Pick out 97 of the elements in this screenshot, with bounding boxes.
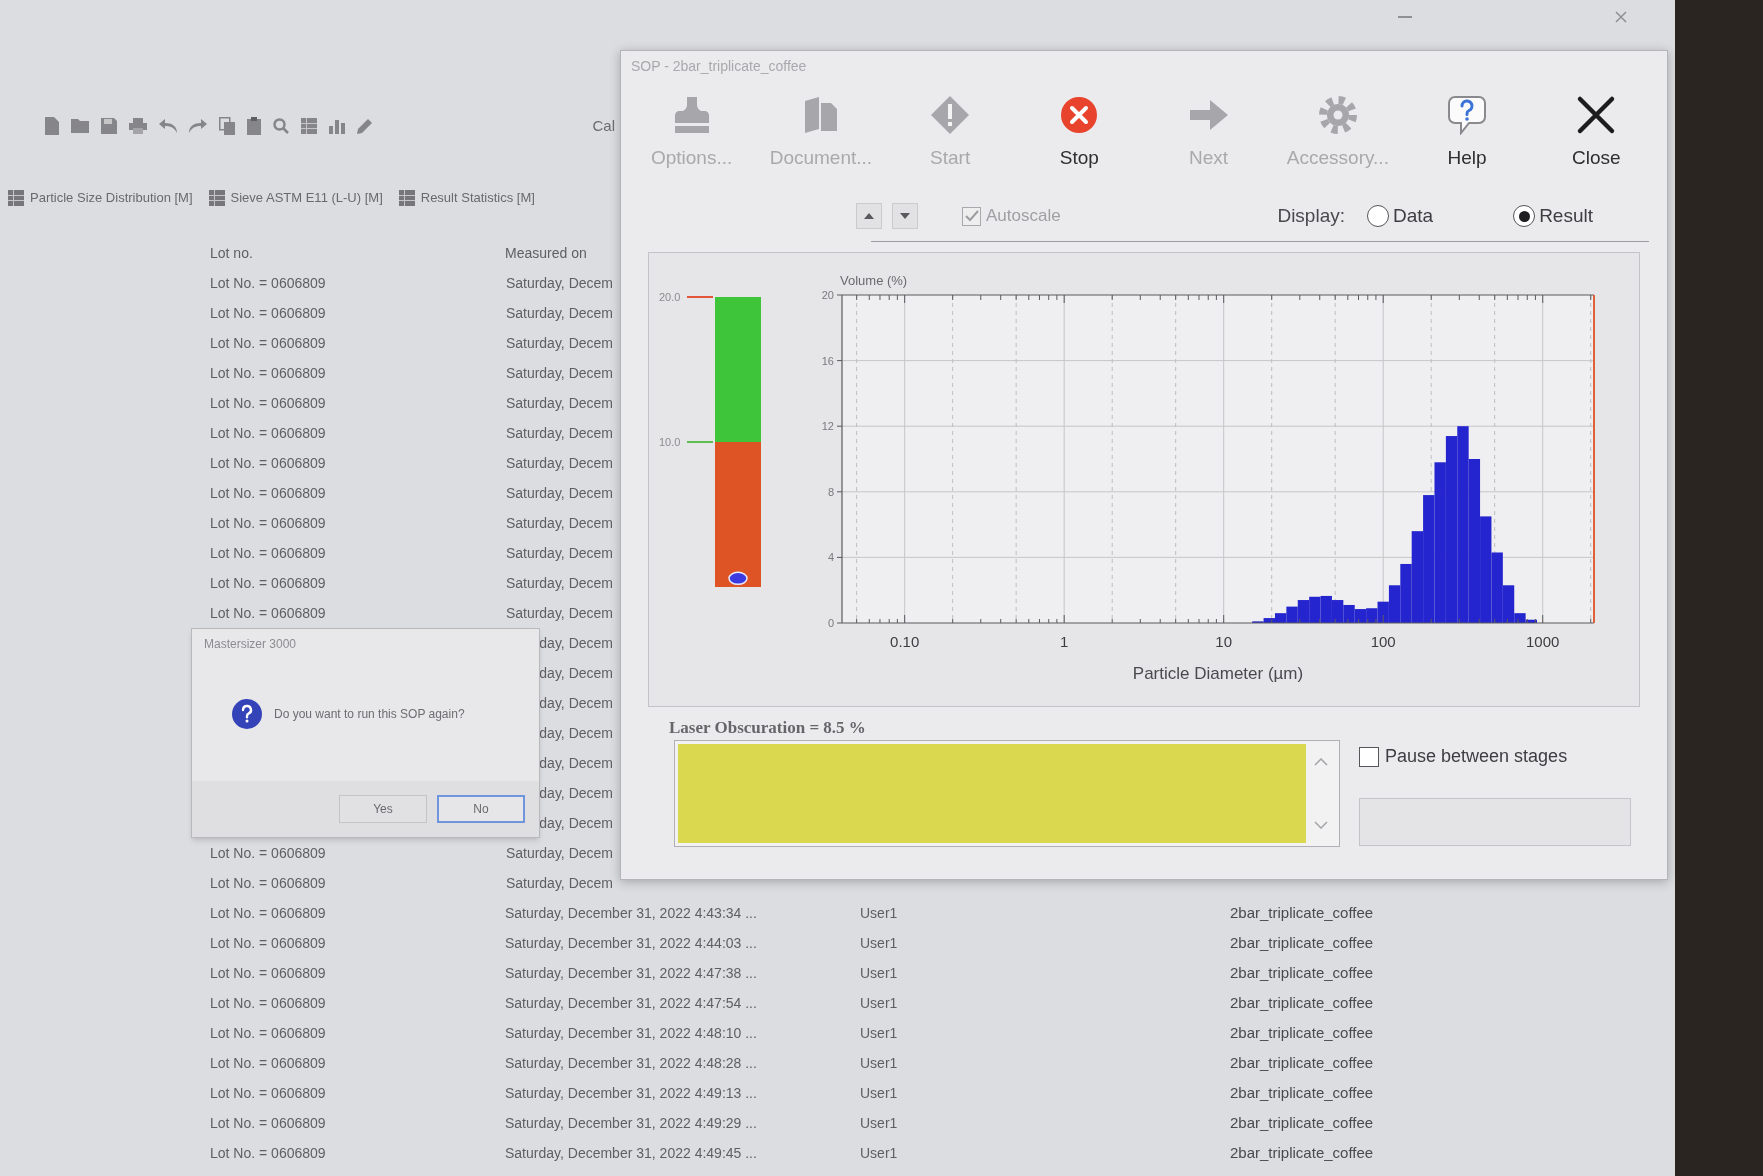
table-cell-text: day, Decem [539,693,613,713]
table-cell: Lot No. = 0606809 [210,304,326,321]
table-cell-text: Saturday, Decem [505,603,613,623]
table-cell: Saturday, December 31, 2022 4:49:13 ... [505,1084,757,1101]
window-title: SOP - 2bar_triplicate_coffee [631,56,807,76]
display-label: Display: [1277,203,1345,228]
table-cell: Lot No. = 0606809 [210,1084,326,1101]
x-tick-label: 100 [1370,633,1396,650]
table-cell-text: day, Decem [539,663,613,683]
table-cell: Saturday, December 31, 2022 4:48:28 ... [505,1054,757,1071]
table-cell: Saturday, December 31, 2022 4:49:45 ... [505,1144,757,1161]
column-header: Lot no. [210,244,253,261]
table-cell: Lot No. = 0606809 [210,1024,326,1041]
table-cell: Saturday, December 31, 2022 4:48:10 ... [505,1024,757,1041]
dialog-title: Mastersizer 3000 [204,636,297,653]
table-cell-text: Saturday, Decem [505,513,613,533]
table-cell: Lot No. = 0606809 [210,394,326,411]
gauge-label: 20.0 [659,291,681,303]
table-cell-text: Saturday, Decem [505,393,613,413]
y-tick-label: 4 [827,551,834,564]
table-cell: Lot No. = 0606809 [210,424,326,441]
table-cell: User1 [860,964,898,981]
y-tick-label: 20 [821,289,834,301]
table-cell: Lot No. = 0606809 [210,544,326,561]
table-cell: 2bar_triplicate_coffee [1230,1113,1374,1131]
table-cell-text: day, Decem [539,783,613,803]
table-cell: Lot No. = 0606809 [210,274,326,291]
radio-label: Data [1393,203,1434,228]
table-cell: Saturday, December 31, 2022 4:43:34 ... [505,904,757,921]
y-tick-label: 16 [821,354,834,367]
table-cell: User1 [860,1144,898,1161]
table-cell: User1 [860,904,898,921]
table-cell: User1 [860,994,898,1011]
table-cell: Lot No. = 0606809 [210,904,326,921]
column-header: Measured on [505,244,587,261]
table-cell: Lot No. = 0606809 [210,574,326,591]
table-cell: Lot No. = 0606809 [210,994,326,1011]
table-cell: Saturday, December 31, 2022 4:44:03 ... [505,934,757,951]
table-cell: User1 [860,1084,898,1101]
table-cell: Lot No. = 0606809 [210,454,326,471]
table-cell: 2bar_triplicate_coffee [1230,993,1374,1011]
y-tick-label: 12 [821,420,834,433]
y-axis-title: Volume (%) [840,273,908,288]
table-cell-text: Saturday, Decem [505,363,613,383]
table-cell: User1 [860,934,898,951]
y-tick-label: 8 [827,485,834,498]
radio-label: Result [1539,203,1593,228]
table-cell-text: day, Decem [539,633,613,653]
checkbox-label: Pause between stages [1385,745,1568,768]
table-cell-text: day, Decem [539,813,613,833]
x-tick-label: 1000 [1526,633,1560,650]
table-cell: Lot No. = 0606809 [210,364,326,381]
gauge-label: 10.0 [659,436,681,448]
x-axis-title: Particle Diameter (µm) [1132,664,1304,683]
table-cell: User1 [860,1054,898,1071]
table-cell-text: Saturday, Decem [505,843,613,863]
table-cell-text: day, Decem [539,753,613,773]
x-tick-label: 10 [1215,633,1233,650]
x-tick-label: 0.10 [890,633,920,650]
table-cell: User1 [860,1114,898,1131]
table-cell-text: Saturday, Decem [505,273,613,293]
table-cell-text: Saturday, Decem [505,483,613,503]
table-cell: 2bar_triplicate_coffee [1230,1023,1374,1041]
x-tick-label: 1 [1060,633,1069,650]
table-cell: Lot No. = 0606809 [210,484,326,501]
y-tick-label: 0 [827,617,834,629]
table-cell-text: Saturday, Decem [505,573,613,593]
table-cell: Lot No. = 0606809 [210,964,326,981]
table-cell: Saturday, December 31, 2022 4:47:38 ... [505,964,757,981]
table-cell: Lot No. = 0606809 [210,1114,326,1131]
table-cell-text: Saturday, Decem [505,543,613,563]
table-cell: 2bar_triplicate_coffee [1230,1143,1374,1161]
table-cell: 2bar_triplicate_coffee [1230,963,1374,981]
checkbox-label: Autoscale [986,205,1061,228]
table-cell: Saturday, December 31, 2022 4:47:54 ... [505,994,757,1011]
table-cell: Lot No. = 0606809 [210,844,326,861]
table-cell-text: day, Decem [539,723,613,743]
table-cell: 2bar_triplicate_coffee [1230,1053,1374,1071]
table-cell: Lot No. = 0606809 [210,874,326,891]
obscuration-reading: Laser Obscuration = 8.5 % [669,717,866,739]
table-cell: User1 [860,1024,898,1041]
table-cell: 2bar_triplicate_coffee [1230,933,1374,951]
table-cell-text: Saturday, Decem [505,873,613,893]
table-cell-text: Saturday, Decem [505,303,613,323]
table-cell-text: Saturday, Decem [505,423,613,443]
table-cell: Lot No. = 0606809 [210,1054,326,1071]
table-cell: Lot No. = 0606809 [210,934,326,951]
table-cell: Lot No. = 0606809 [210,1144,326,1161]
table-cell: Lot No. = 0606809 [210,604,326,621]
table-cell-text: Saturday, Decem [505,453,613,473]
table-cell: Lot No. = 0606809 [210,334,326,351]
table-cell: Lot No. = 0606809 [210,514,326,531]
table-cell-text: Saturday, Decem [505,333,613,353]
table-cell: 2bar_triplicate_coffee [1230,903,1374,921]
table-cell: 2bar_triplicate_coffee [1230,1083,1374,1101]
dialog-message: Do you want to run this SOP again? [274,706,465,723]
table-cell: Saturday, December 31, 2022 4:49:29 ... [505,1114,757,1131]
